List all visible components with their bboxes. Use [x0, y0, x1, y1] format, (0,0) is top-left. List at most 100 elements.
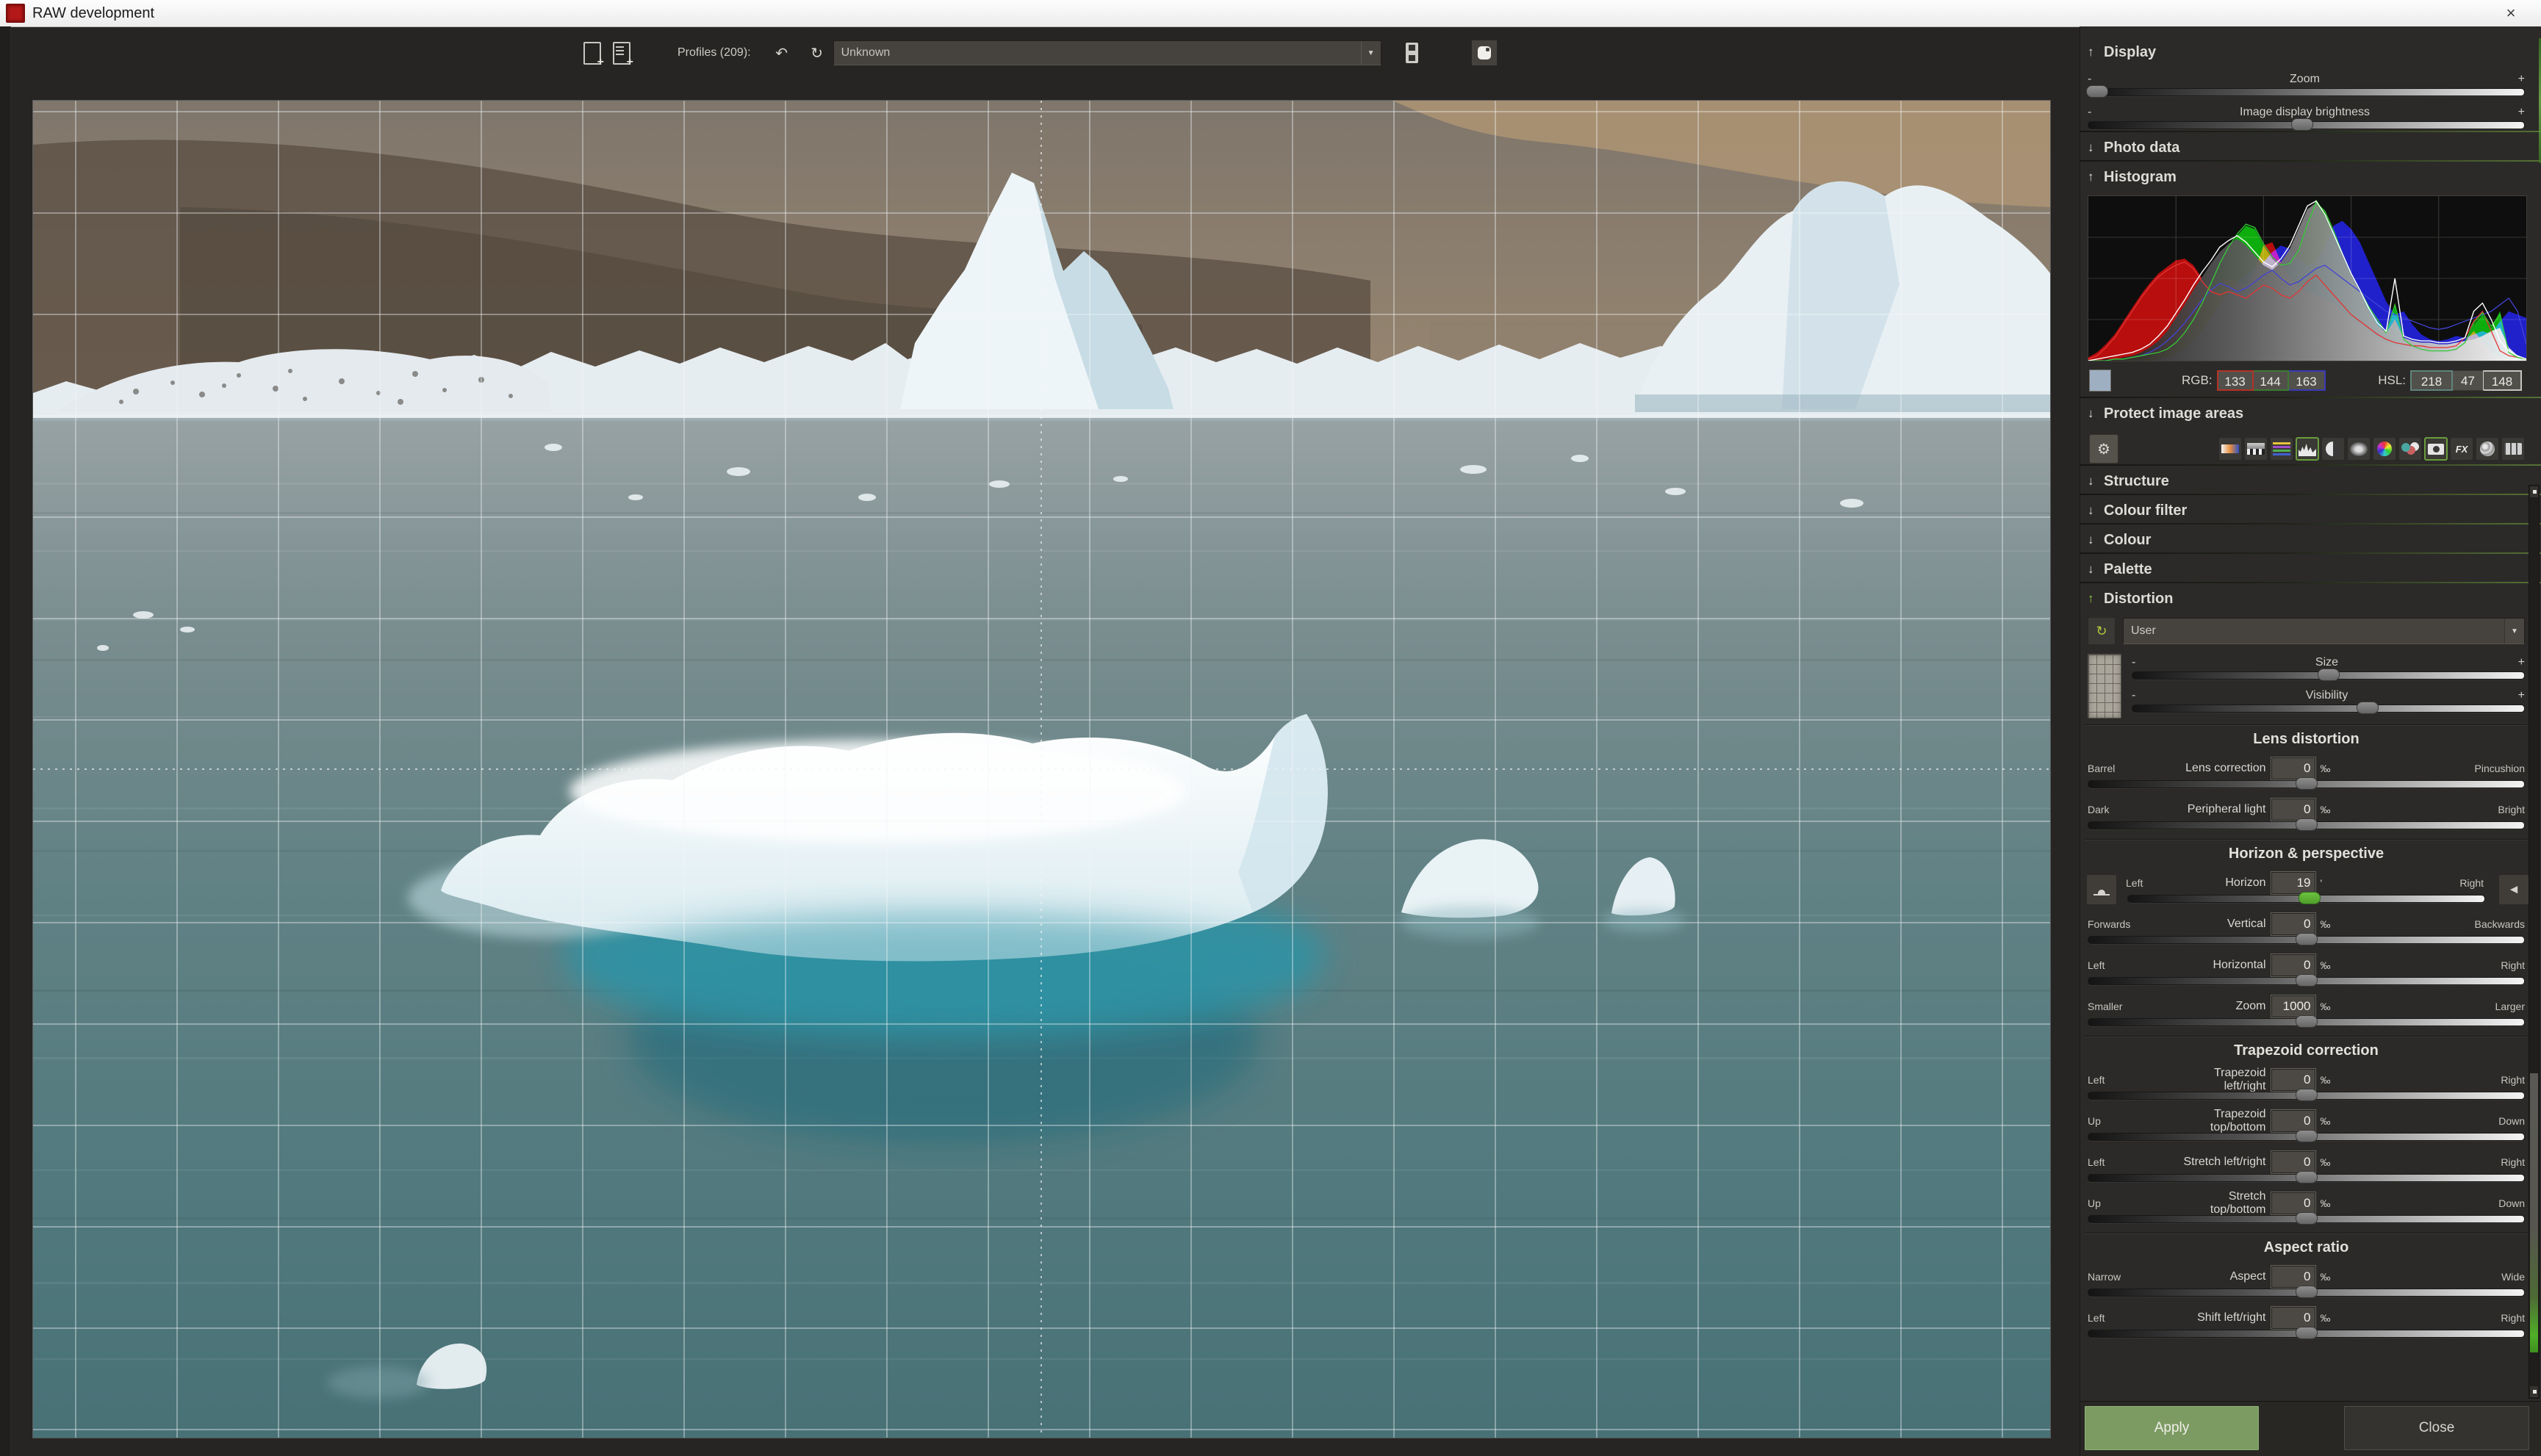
adjust-track[interactable] — [2088, 1289, 2525, 1297]
scroll-up-icon[interactable] — [2530, 486, 2538, 497]
section-header-palette[interactable]: ↓ Palette — [2088, 558, 2525, 580]
adjust-thumb[interactable] — [2296, 818, 2318, 831]
section-header-protect[interactable]: ↓ Protect image areas — [2088, 403, 2525, 425]
adjust-thumb[interactable] — [2296, 1327, 2318, 1339]
reset-icon[interactable]: ↻ — [2088, 617, 2116, 645]
collapse-arrow-icon[interactable]: ↓ — [2088, 140, 2104, 155]
camera-icon[interactable] — [2424, 437, 2448, 461]
collapse-arrow-icon[interactable]: ↓ — [2088, 562, 2104, 577]
panel-scrollbar[interactable] — [2529, 485, 2540, 1399]
slider-track[interactable] — [2088, 88, 2525, 96]
histogram-icon[interactable] — [2296, 437, 2319, 461]
adjust-thumb[interactable] — [2296, 1089, 2318, 1101]
adjust-row-vertical: ForwardsVertical0‰Backwards — [2088, 912, 2525, 944]
adjust-thumb[interactable] — [2299, 892, 2321, 904]
slider-plus[interactable]: + — [2518, 656, 2525, 669]
preview-display-icon[interactable] — [1471, 40, 1498, 66]
adjust-track[interactable] — [2088, 1330, 2525, 1338]
add-profile-list-icon[interactable] — [610, 40, 633, 66]
adjust-track[interactable] — [2088, 936, 2525, 944]
gear-icon[interactable]: ⚙ — [2089, 434, 2118, 464]
collapse-arrow-icon[interactable]: ↑ — [2088, 45, 2104, 60]
sync-icon[interactable]: ↻ — [805, 40, 829, 66]
pointer-icon[interactable]: ◄ — [2498, 874, 2529, 905]
collapse-arrow-icon[interactable]: ↓ — [2088, 503, 2104, 518]
section-header-histogram[interactable]: ↑ Histogram — [2088, 166, 2525, 188]
section-header-distortion[interactable]: ↑ Distortion — [2088, 588, 2525, 610]
distortion-preset-select[interactable]: User ▼ — [2123, 618, 2525, 644]
chevron-down-icon[interactable]: ▼ — [1361, 41, 1381, 65]
adjust-track[interactable] — [2088, 821, 2525, 829]
section-header-photo-data[interactable]: ↓ Photo data — [2088, 137, 2525, 159]
slider-thumb[interactable] — [2357, 702, 2379, 714]
palette-icon[interactable] — [2398, 437, 2422, 461]
adjust-thumb[interactable] — [2296, 777, 2318, 790]
adjust-thumb[interactable] — [2296, 1212, 2318, 1225]
collapse-arrow-icon[interactable]: ↓ — [2088, 474, 2104, 489]
collapse-arrow-icon[interactable]: ↑ — [2088, 170, 2104, 184]
photo-canvas[interactable] — [33, 101, 2050, 1438]
adjust-track[interactable] — [2088, 1133, 2525, 1141]
exposure-icon[interactable] — [2244, 437, 2268, 461]
adjust-thumb[interactable] — [2296, 1286, 2318, 1298]
section-header-structure[interactable]: ↓ Structure — [2088, 470, 2525, 492]
effects-icon[interactable] — [2476, 437, 2499, 461]
scrollbar-thumb[interactable] — [2530, 1073, 2538, 1352]
scroll-down-icon[interactable] — [2530, 1386, 2538, 1397]
collapse-arrow-icon[interactable]: ↑ — [2088, 591, 2104, 606]
colour-wheel-icon[interactable] — [2373, 437, 2396, 461]
apply-button[interactable]: Apply — [2085, 1406, 2259, 1450]
slider-plus[interactable]: + — [2518, 106, 2525, 119]
slider-track[interactable] — [2088, 121, 2525, 129]
adjust-track[interactable] — [2127, 895, 2485, 903]
section-label: Palette — [2104, 561, 2152, 578]
slider-thumb[interactable] — [2291, 118, 2313, 131]
window-close-icon[interactable]: × — [2494, 0, 2528, 26]
section-header-colour[interactable]: ↓ Colour — [2088, 529, 2525, 551]
collapse-arrow-icon[interactable]: ↓ — [2088, 533, 2104, 547]
undo-icon[interactable]: ↶ — [770, 40, 794, 66]
adjust-track[interactable] — [2088, 1174, 2525, 1182]
slider-zoom: -Zoom+ — [2088, 71, 2525, 96]
adjust-track[interactable] — [2088, 977, 2525, 985]
slider-track[interactable] — [2132, 671, 2525, 680]
vignette-icon[interactable] — [2347, 437, 2371, 461]
fx-icon[interactable]: FX — [2450, 437, 2473, 461]
levels-icon[interactable] — [2270, 437, 2293, 461]
adjust-track[interactable] — [2088, 1018, 2525, 1026]
add-profile-icon[interactable] — [581, 40, 604, 66]
section-header-display[interactable]: ↑ Display — [2088, 41, 2525, 63]
adjust-track[interactable] — [2088, 1092, 2525, 1100]
film-icon[interactable] — [2501, 437, 2525, 461]
adjust-thumb[interactable] — [2296, 1171, 2318, 1183]
save-profile-icon[interactable] — [1401, 40, 1424, 66]
contrast-icon[interactable] — [2321, 437, 2345, 461]
section-header-colour-filter[interactable]: ↓ Colour filter — [2088, 500, 2525, 522]
adjust-track[interactable] — [2088, 780, 2525, 788]
adjust-thumb[interactable] — [2296, 1130, 2318, 1142]
adjust-thumb[interactable] — [2296, 933, 2318, 945]
adjust-row-lens-correction: BarrelLens correction0‰Pincushion — [2088, 757, 2525, 788]
slider-thumb[interactable] — [2086, 85, 2108, 98]
collapse-arrow-icon[interactable]: ↓ — [2088, 406, 2104, 421]
adjust-thumb[interactable] — [2296, 974, 2318, 987]
unit-label: ‰ — [2316, 763, 2347, 774]
profile-select[interactable]: Unknown ▼ — [833, 40, 1381, 65]
gradient-icon[interactable] — [2218, 437, 2242, 461]
range-left-label: Left — [2088, 1074, 2174, 1086]
range-right-label: Right — [2438, 959, 2525, 971]
slider-thumb[interactable] — [2318, 668, 2340, 681]
close-button[interactable]: Close — [2344, 1406, 2529, 1450]
horizon-level-icon[interactable] — [2086, 874, 2117, 905]
tool-icon-row: ⚙ FX — [2088, 432, 2525, 466]
grid-preview-icon[interactable] — [2088, 654, 2121, 718]
slider-plus[interactable]: + — [2518, 689, 2525, 702]
adjust-row-zoom: SmallerZoom1000‰Larger — [2088, 995, 2525, 1026]
slider-track[interactable] — [2132, 704, 2525, 713]
profile-select-value: Unknown — [841, 46, 891, 60]
slider-plus[interactable]: + — [2518, 73, 2525, 86]
adjust-track[interactable] — [2088, 1215, 2525, 1223]
chevron-down-icon[interactable]: ▼ — [2504, 619, 2524, 644]
adjust-thumb[interactable] — [2296, 1015, 2318, 1028]
section-label: Structure — [2104, 473, 2169, 490]
